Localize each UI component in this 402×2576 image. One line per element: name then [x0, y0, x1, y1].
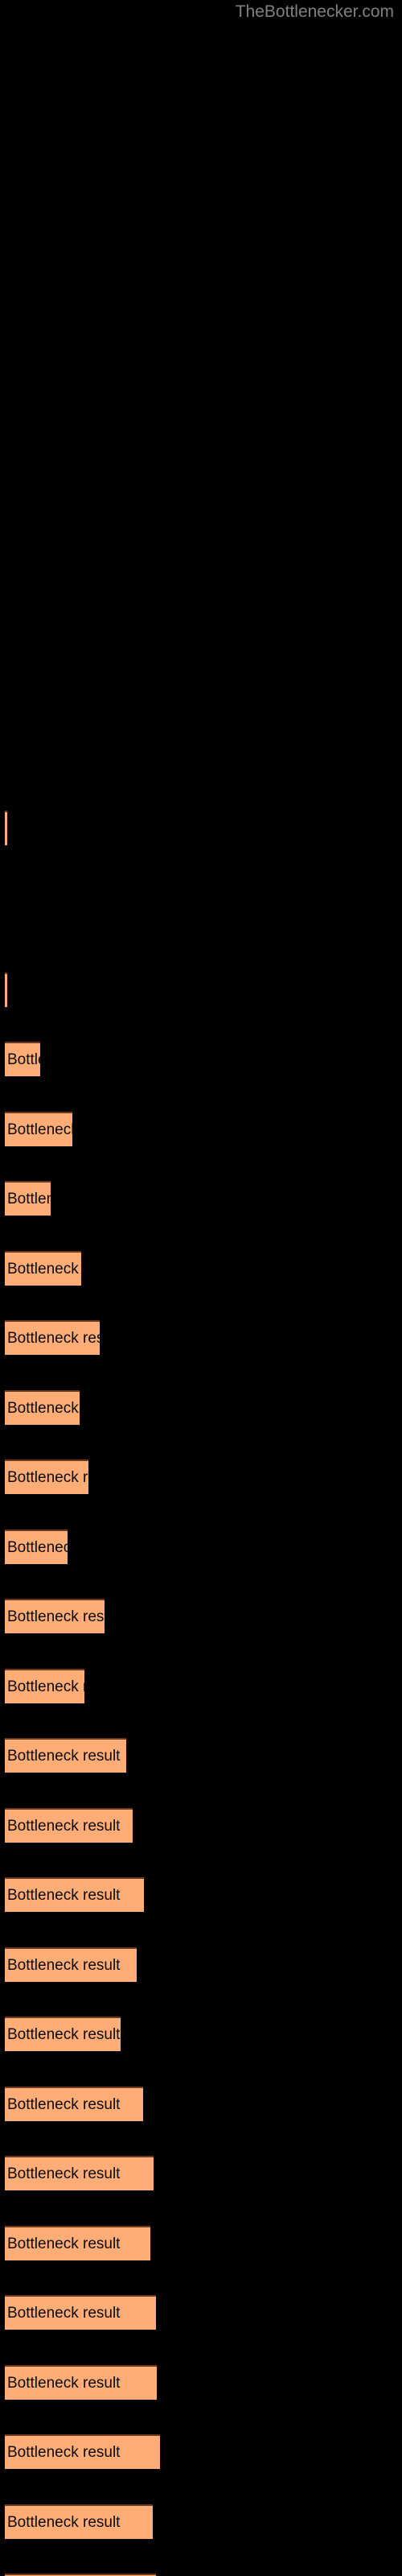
chart-bar[interactable]: Bottleneck result	[5, 1390, 80, 1425]
bar-label: Bottleneck result	[7, 1818, 121, 1835]
bar-label: Bottleneck result	[7, 2096, 121, 2113]
chart-bar[interactable]: Bottleneck result	[5, 2017, 121, 2051]
chart-bar[interactable]: Bottleneck result	[5, 2504, 153, 2539]
bar-label: Bottleneck result	[7, 1748, 121, 1765]
chart-bar[interactable]: Bottleneck result	[5, 1181, 51, 1216]
chart-bar[interactable]: Bottleneck result	[5, 1808, 133, 1843]
bar-label: Bottleneck result	[7, 2165, 121, 2182]
chart-bar[interactable]: Bottleneck result	[5, 1669, 84, 1703]
bar-label: Bottleneck result	[7, 1261, 81, 1278]
horizontal-bar-chart: Bottleneck result Bottleneck result Bottle…	[0, 0, 402, 2576]
chart-bar[interactable]: Bottleneck result	[5, 1459, 88, 1494]
bar-label: Bottleneck result	[7, 2514, 121, 2531]
bar-label: Bottleneck result	[7, 1957, 121, 1974]
chart-bar[interactable]: Bottleneck result	[5, 1042, 40, 1076]
bar-label: Bottleneck result	[7, 2444, 121, 2461]
bar-label: Bottleneck result	[7, 1469, 88, 1486]
chart-bar[interactable]: Bottleneck result	[5, 2156, 154, 2190]
chart-bar[interactable]: Bottleneck result	[5, 1251, 81, 1286]
bar-label: Bottleneck result	[7, 1121, 72, 1138]
chart-bar[interactable]: Bottleneck result	[5, 2295, 156, 2330]
bar-label: Bottleneck result	[7, 1051, 40, 1068]
bar-label: Bottleneck result	[7, 1539, 68, 1556]
bar-label: Bottleneck result	[7, 1608, 105, 1625]
chart-bar[interactable]: Bottleneck result	[5, 2434, 160, 2469]
bar-label: Bottleneck result	[7, 1400, 80, 1417]
bottleneck-chart-page: TheBottlenecker.com Bottleneck resultBot…	[0, 0, 402, 2576]
chart-bar[interactable]: Bottleneck result	[5, 1738, 126, 1773]
chart-bar[interactable]: Bottleneck result	[5, 1947, 137, 1982]
bar-label: Bottleneck result	[7, 1887, 121, 1904]
chart-bar[interactable]: Bottleneck result	[5, 1112, 72, 1146]
chart-bar[interactable]: Bottleneck result	[5, 1530, 68, 1564]
chart-bar[interactable]: Bottleneck result	[5, 1320, 100, 1355]
chart-bar[interactable]: Bottleneck result	[5, 2087, 143, 2121]
bar-label: Bottleneck result	[7, 2235, 121, 2252]
bar-label: Bottleneck result	[7, 2375, 121, 2392]
chart-bar[interactable]: Bottleneck result	[5, 972, 7, 1007]
bar-label: Bottleneck result	[7, 1330, 100, 1347]
bar-label: Bottleneck result	[7, 2026, 121, 2043]
chart-bar[interactable]: Bottleneck result	[5, 1877, 144, 1912]
chart-bar[interactable]: Bottleneck result	[5, 1599, 105, 1633]
chart-bar[interactable]: Bottleneck result	[5, 2365, 157, 2400]
bar-label: Bottleneck result	[7, 2305, 121, 2322]
chart-bar[interactable]: Bottleneck result	[5, 2226, 150, 2260]
bar-label: Bottleneck result	[7, 1191, 51, 1208]
chart-bar[interactable]: Bottleneck result	[5, 811, 7, 845]
bar-label: Bottleneck result	[7, 1678, 84, 1695]
